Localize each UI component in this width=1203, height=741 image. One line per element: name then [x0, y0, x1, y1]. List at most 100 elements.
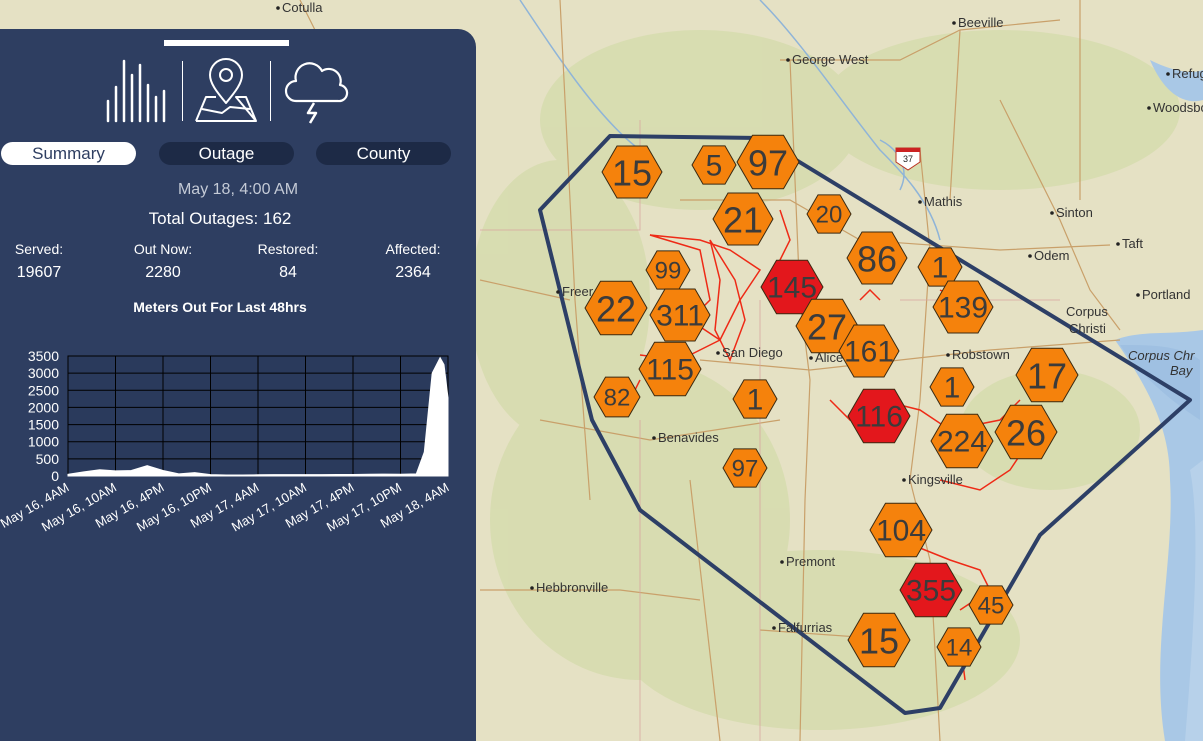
- cluster-count: 115: [646, 354, 694, 387]
- stat-affected: Affected: 2364: [358, 241, 468, 282]
- cluster-count: 5: [706, 150, 723, 183]
- cluster-count: 21: [723, 200, 763, 241]
- bar-chart-icon[interactable]: [104, 57, 172, 125]
- cluster-count: 161: [844, 336, 894, 369]
- cluster-count: 86: [857, 239, 897, 280]
- place-label: Kingsville: [908, 472, 963, 487]
- bay-label: Corpus Chr: [1128, 348, 1195, 363]
- place-label: Sinton: [1056, 205, 1093, 220]
- y-tick-label: 500: [36, 451, 60, 467]
- place-dot: [1050, 211, 1054, 215]
- place-dot: [772, 626, 776, 630]
- place-dot: [716, 351, 720, 355]
- cluster-count: 99: [655, 258, 682, 285]
- stat-value: 2280: [145, 264, 181, 281]
- place-label: Odem: [1034, 248, 1069, 263]
- place-dot: [902, 478, 906, 482]
- cluster-count: 139: [938, 292, 988, 325]
- stat-label: Affected:: [385, 241, 441, 257]
- place-label: Robstown: [952, 347, 1010, 362]
- place-dot: [1028, 254, 1032, 258]
- outage-summary-panel: Summary Outage County May 18, 4:00 AM To…: [0, 29, 476, 741]
- place-dot: [952, 21, 956, 25]
- y-tick-label: 0: [51, 468, 59, 484]
- cluster-count: 1: [932, 252, 949, 285]
- cluster-count: 1: [944, 372, 961, 405]
- y-tick-label: 2500: [28, 382, 59, 398]
- cluster-count: 1: [747, 384, 764, 417]
- y-tick-label: 1000: [28, 434, 59, 450]
- cluster-count: 27: [807, 307, 847, 348]
- place-label: San Diego: [722, 345, 783, 360]
- place-dot: [786, 58, 790, 62]
- cluster-count: 45: [978, 593, 1005, 620]
- stat-label: Out Now:: [133, 241, 193, 257]
- stat-value: 19607: [16, 264, 62, 281]
- y-tick-label: 3000: [28, 365, 59, 381]
- cluster-count: 82: [604, 385, 631, 412]
- place-label: Woodsboro: [1153, 100, 1203, 115]
- place-dot: [1116, 242, 1120, 246]
- cluster-count: 22: [596, 289, 636, 330]
- active-tab-indicator: [164, 40, 289, 46]
- tab-separator: [270, 61, 271, 121]
- y-tick-label: 3500: [28, 348, 59, 364]
- place-label: Premont: [786, 554, 836, 569]
- meters-out-chart: 3500300025002000150010005000May 16, 4AMM…: [0, 348, 452, 535]
- stat-served: Served: 19607: [0, 241, 94, 282]
- cluster-count: 15: [859, 621, 899, 662]
- cluster-count: 15: [612, 153, 652, 194]
- cluster-count: 97: [748, 143, 788, 184]
- chart-title: Meters Out For Last 48hrs: [133, 299, 307, 315]
- place-label: Beeville: [958, 15, 1004, 30]
- place-label: Freer: [562, 284, 594, 299]
- place-label-cont: Christi: [1069, 321, 1106, 336]
- place-label: Portland: [1142, 287, 1190, 302]
- place-dot: [946, 353, 950, 357]
- place-dot: [556, 290, 560, 294]
- place-dot: [809, 356, 813, 360]
- cluster-count: 116: [855, 401, 903, 434]
- cluster-count: 104: [876, 515, 926, 548]
- tab-county[interactable]: County: [316, 142, 451, 165]
- tab-outage[interactable]: Outage: [159, 142, 294, 165]
- place-dot: [1136, 293, 1140, 297]
- stat-value: 2364: [395, 264, 431, 281]
- y-tick-label: 1500: [28, 417, 59, 433]
- cluster-count: 97: [732, 456, 759, 483]
- cluster-count: 355: [906, 575, 956, 608]
- cluster-count: 311: [656, 300, 704, 333]
- place-label: Falfurrias: [778, 620, 833, 635]
- total-outages: Total Outages: 162: [148, 209, 292, 228]
- place-label: George West: [792, 52, 869, 67]
- stat-restored: Restored: 84: [233, 241, 343, 282]
- highway-shield-number: 37: [903, 154, 913, 164]
- storm-cloud-icon[interactable]: [282, 57, 350, 125]
- cluster-count: 224: [937, 426, 987, 459]
- place-dot: [652, 436, 656, 440]
- place-dot: [1147, 106, 1151, 110]
- place-label: Benavides: [658, 430, 719, 445]
- cluster-count: 26: [1006, 413, 1046, 454]
- stat-label: Served:: [14, 241, 64, 257]
- cluster-count: 20: [816, 202, 843, 229]
- place-dot: [918, 200, 922, 204]
- place-dot: [276, 6, 280, 10]
- tab-separator: [182, 61, 183, 121]
- tab-summary[interactable]: Summary: [1, 142, 136, 165]
- place-dot: [530, 586, 534, 590]
- stat-label: Restored:: [257, 241, 319, 257]
- place-label: Corpus: [1066, 304, 1108, 319]
- bay-label-cont: Bay: [1170, 363, 1194, 378]
- y-tick-label: 2000: [28, 399, 59, 415]
- stat-out-now: Out Now: 2280: [108, 241, 218, 282]
- place-label: Mathis: [924, 194, 963, 209]
- place-label: Cotulla: [282, 0, 323, 15]
- cluster-count: 17: [1027, 356, 1067, 397]
- place-label: Refugio: [1172, 66, 1203, 81]
- place-dot: [780, 560, 784, 564]
- map-pin-icon[interactable]: [192, 57, 260, 125]
- cluster-count: 145: [767, 272, 817, 305]
- cluster-count: 14: [946, 635, 973, 662]
- place-label: Hebbronville: [536, 580, 608, 595]
